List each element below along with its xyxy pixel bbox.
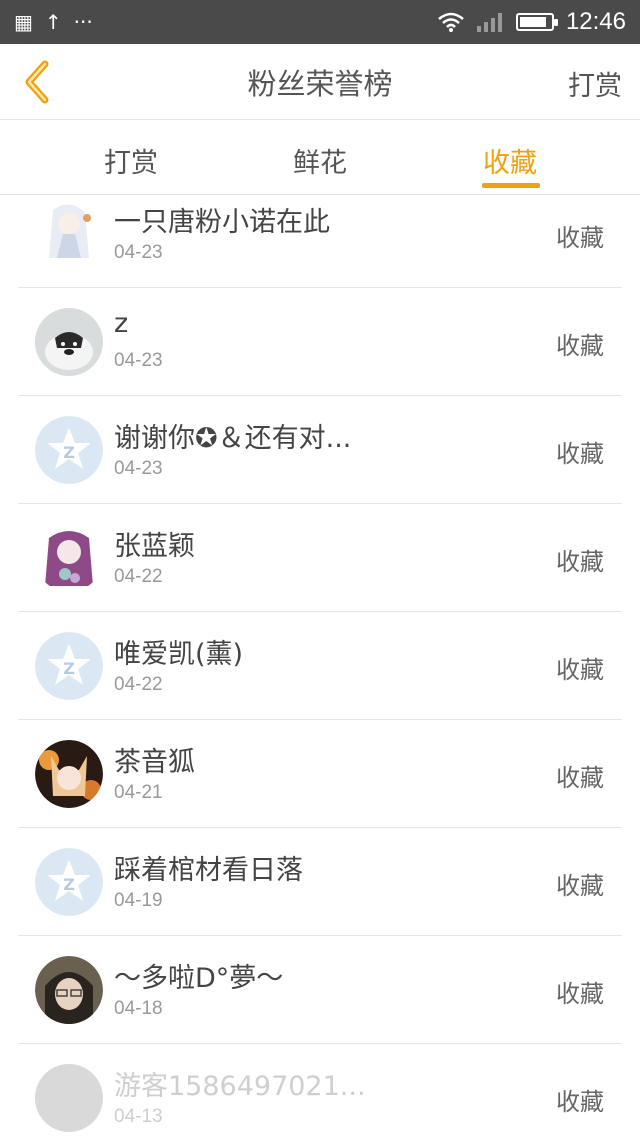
favorite-label: 收藏 — [556, 224, 604, 252]
battery-fill — [519, 17, 546, 27]
status-time: 12:46 — [565, 8, 626, 35]
tab-bar: 打赏 鲜花 收藏 — [0, 121, 640, 195]
avatar — [35, 308, 103, 376]
fan-date: 04-23 — [114, 242, 163, 263]
favorite-label: 收藏 — [556, 440, 604, 468]
back-button[interactable] — [14, 58, 58, 106]
notification-icon: ▦ — [14, 10, 33, 34]
page-title: 粉丝荣誉榜 — [247, 66, 393, 101]
list-item[interactable]: Z 唯爱凯(薰) 04-22 收藏 — [18, 612, 622, 720]
favorite-label: 收藏 — [556, 332, 604, 360]
avatar — [35, 200, 103, 268]
fan-date: 04-13 — [114, 1106, 163, 1127]
fan-date: 04-22 — [114, 566, 163, 587]
favorite-label: 收藏 — [556, 764, 604, 792]
avatar — [35, 524, 103, 592]
svg-text:Z: Z — [63, 659, 75, 678]
fan-name: 一只唐粉小诺在此 — [114, 207, 330, 238]
fan-date: 04-19 — [114, 890, 163, 911]
list-item[interactable]: ～多啦D°夢～ 04-18 收藏 — [18, 936, 622, 1044]
list-item[interactable]: Z 踩着棺材看日落 04-19 收藏 — [18, 828, 622, 936]
fan-date: 04-18 — [114, 998, 163, 1019]
svg-text:Z: Z — [63, 875, 75, 894]
tab-flowers[interactable]: 鲜花 — [225, 121, 415, 180]
tab-reward[interactable]: 打赏 — [36, 121, 226, 180]
list-item[interactable]: z 04-23 收藏 — [18, 288, 622, 396]
favorite-label: 收藏 — [556, 548, 604, 576]
fan-name: z — [114, 308, 129, 339]
favorite-label: 收藏 — [556, 980, 604, 1008]
fan-name: 张蓝颖 — [114, 531, 195, 562]
signal-icon — [476, 13, 502, 32]
upload-icon: ↑ — [44, 10, 62, 34]
reward-button[interactable]: 打赏 — [568, 64, 622, 103]
battery-icon — [515, 13, 558, 31]
avatar — [35, 956, 103, 1024]
avatar — [35, 740, 103, 808]
avatar — [35, 1064, 103, 1132]
svg-text:Z: Z — [63, 443, 75, 462]
avatar: Z — [35, 416, 103, 484]
fan-name: 谢谢你✪＆还有对... — [114, 423, 352, 454]
status-right: 12:46 — [438, 8, 626, 36]
list-item[interactable]: 一只唐粉小诺在此 04-23 收藏 — [18, 196, 622, 288]
wifi-icon — [438, 12, 464, 32]
fan-name: 茶音狐 — [114, 747, 195, 778]
fan-list[interactable]: 一只唐粉小诺在此 04-23 收藏 z 04-23 收藏 Z 谢谢你✪＆还有对.… — [0, 196, 640, 1138]
fan-name: 游客1586497021... — [114, 1071, 366, 1102]
avatar: Z — [35, 848, 103, 916]
avatar: Z — [35, 632, 103, 700]
list-item[interactable]: 张蓝颖 04-22 收藏 — [18, 504, 622, 612]
fan-name: 踩着棺材看日落 — [114, 855, 303, 886]
fan-date: 04-22 — [114, 674, 163, 695]
status-bar: ▦ ↑ ··· 12:46 — [0, 0, 640, 44]
favorite-label: 收藏 — [556, 656, 604, 684]
chevron-left-icon — [25, 60, 49, 104]
tab-favorites[interactable]: 收藏 — [415, 121, 605, 180]
favorite-label: 收藏 — [556, 872, 604, 900]
list-item[interactable]: 茶音狐 04-21 收藏 — [18, 720, 622, 828]
fan-date: 04-23 — [114, 458, 163, 479]
more-icon: ··· — [73, 10, 93, 34]
fan-name: 唯爱凯(薰) — [114, 639, 244, 670]
favorite-label: 收藏 — [556, 1088, 604, 1116]
fan-name: ～多啦D°夢～ — [114, 963, 284, 994]
fan-date: 04-23 — [114, 350, 163, 371]
list-item[interactable]: 游客1586497021... 04-13 收藏 — [18, 1044, 622, 1138]
active-tab-indicator — [482, 183, 540, 188]
status-left: ▦ ↑ ··· — [14, 10, 93, 34]
fan-date: 04-21 — [114, 782, 163, 803]
nav-bar: 粉丝荣誉榜 打赏 — [0, 44, 640, 120]
list-item[interactable]: Z 谢谢你✪＆还有对... 04-23 收藏 — [18, 396, 622, 504]
